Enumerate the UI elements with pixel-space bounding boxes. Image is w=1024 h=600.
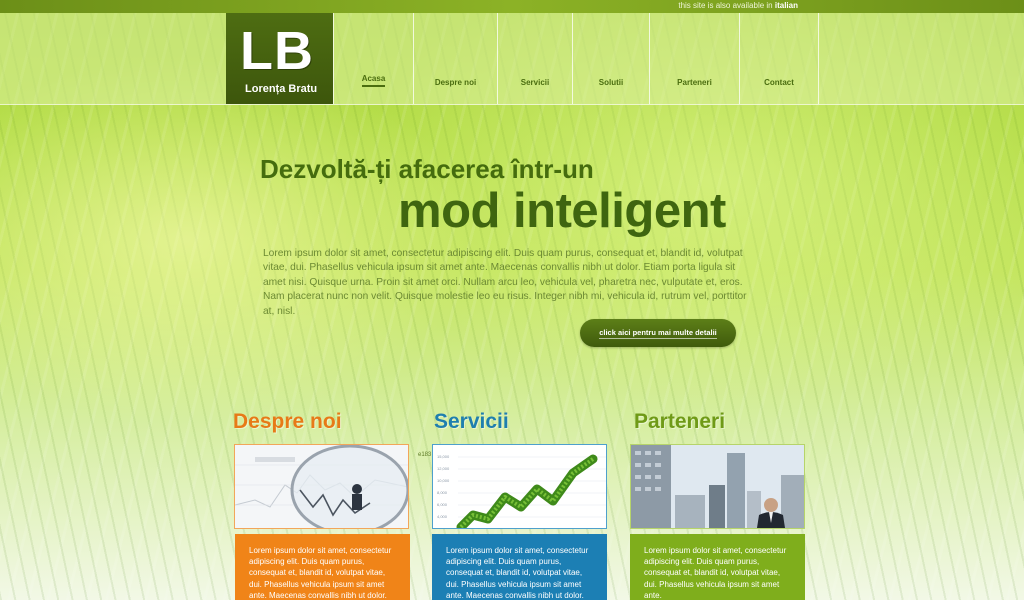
chart-tick: 10,000 (437, 478, 450, 483)
hero-paragraph: Lorem ipsum dolor sit amet, consectetur … (263, 248, 747, 317)
nav-label: Acasa (361, 74, 386, 87)
grass-growth-chart-illustration: 15,000 12,000 10,000 8,000 6,000 4,000 (433, 445, 606, 528)
nav-item-solutii[interactable]: Solutii (572, 13, 649, 104)
language-link-italian[interactable]: italian (775, 1, 798, 10)
logo-mark: LB (240, 21, 314, 81)
nav-label: Contact (764, 78, 794, 87)
language-notice-text: this site is also available in (678, 1, 773, 10)
nav-label: Servicii (520, 78, 550, 87)
parteneri-image[interactable] (630, 444, 805, 529)
logo[interactable]: LB Lorența Bratu (226, 13, 333, 104)
chart-tick: 6,000 (437, 502, 448, 507)
despre-noi-text: Lorem ipsum dolor sit amet, consectetur … (249, 546, 392, 600)
city-skyline-illustration (631, 445, 804, 528)
servicii-image[interactable]: 15,000 12,000 10,000 8,000 6,000 4,000 (432, 444, 607, 529)
parteneri-heading[interactable]: Parteneri (634, 410, 725, 434)
servicii-heading[interactable]: Servicii (434, 410, 509, 434)
nav-item-parteneri[interactable]: Parteneri (649, 13, 739, 104)
chart-tick: 8,000 (437, 490, 448, 495)
details-button-label: click aici pentru mai multe detalii (599, 327, 717, 339)
chart-tick: 15,000 (437, 454, 450, 459)
despre-noi-image[interactable] (234, 444, 409, 529)
despre-noi-panel: Lorem ipsum dolor sit amet, consectetur … (235, 534, 410, 600)
language-notice: this site is also available in italian (678, 1, 798, 10)
main-nav: Acasa Despre noi Servicii Solutii Parten… (333, 13, 819, 104)
details-button[interactable]: click aici pentru mai multe detalii (580, 319, 736, 347)
chart-tick: 12,000 (437, 466, 450, 471)
chart-tick: 4,000 (437, 514, 448, 519)
nav-label: Parteneri (677, 78, 712, 87)
servicii-text: Lorem ipsum dolor sit amet, consectetur … (446, 546, 589, 600)
hero-heading-line1: Dezvoltă-ți afacerea într-un (260, 154, 594, 184)
servicii-panel: Lorem ipsum dolor sit amet, consectetur … (432, 534, 607, 600)
nav-label: Despre noi (434, 78, 477, 87)
logo-name: Lorența Bratu (245, 83, 318, 95)
despre-noi-heading[interactable]: Despre noi (233, 410, 342, 434)
hero-heading-line2: mod inteligent (398, 184, 726, 238)
nav-item-acasa[interactable]: Acasa (333, 13, 413, 104)
chart-tag: e183 (418, 452, 432, 458)
nav-item-contact[interactable]: Contact (739, 13, 819, 104)
parteneri-text: Lorem ipsum dolor sit amet, consectetur … (644, 546, 787, 600)
magnifier-graph-illustration (235, 445, 408, 528)
parteneri-panel: Lorem ipsum dolor sit amet, consectetur … (630, 534, 805, 600)
nav-item-despre-noi[interactable]: Despre noi (413, 13, 497, 104)
nav-item-servicii[interactable]: Servicii (497, 13, 572, 104)
top-strip: this site is also available in italian (0, 0, 1024, 13)
nav-label: Solutii (598, 78, 624, 87)
